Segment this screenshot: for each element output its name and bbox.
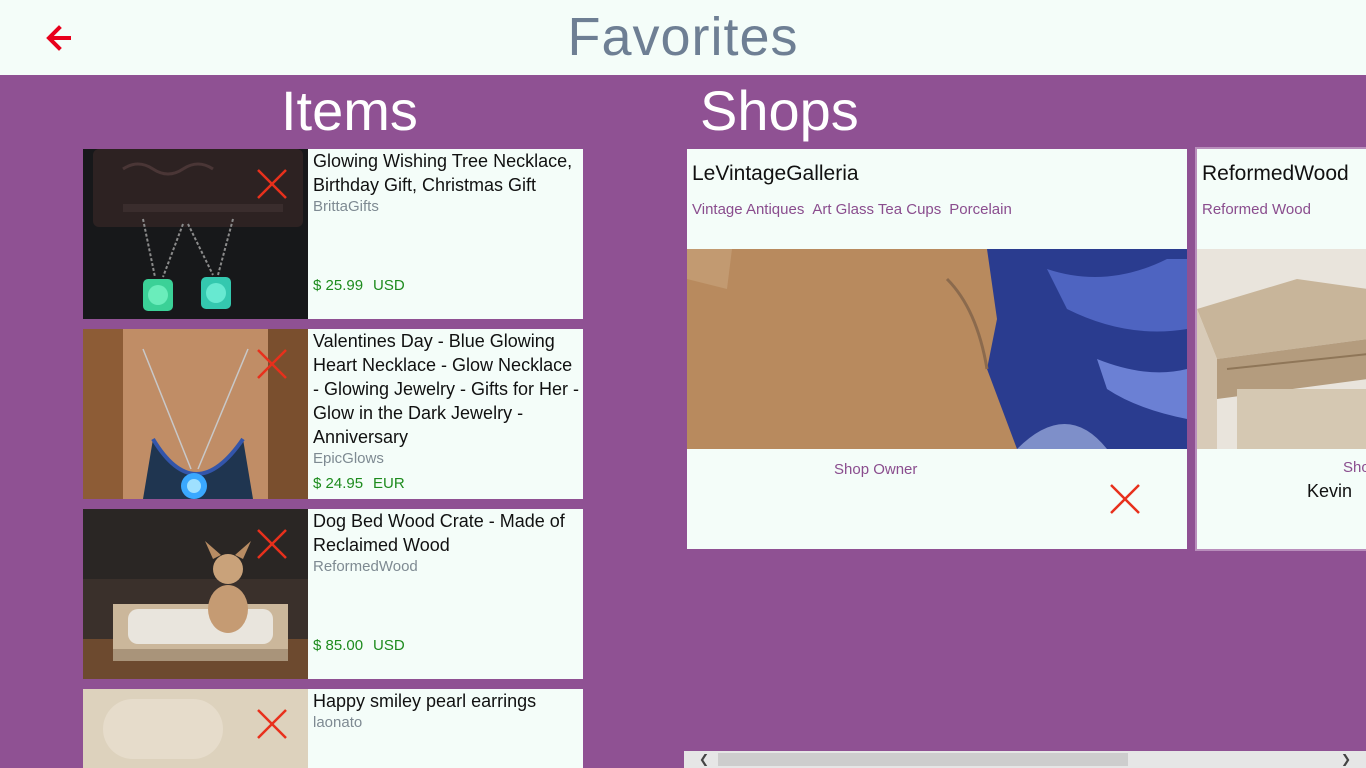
shop-owner-name: Kevin	[1307, 481, 1353, 501]
shop-tag[interactable]: Art Glass Tea Cups	[812, 201, 941, 218]
shop-banner-image	[1197, 249, 1366, 449]
shop-banner-image	[687, 249, 1187, 449]
horizontal-scrollbar[interactable]: ❮ ❯	[684, 751, 1366, 768]
page-title: Favorites	[567, 7, 799, 67]
shop-owner-label: Shop Owner	[834, 461, 918, 478]
favorite-item-card[interactable]: Dog Bed Wood Crate - Made of Reclaimed W…	[83, 509, 583, 679]
price-amount: $ 85.00	[313, 637, 364, 654]
scrollbar-thumb[interactable]	[718, 753, 1128, 766]
remove-shop-button[interactable]	[1108, 482, 1142, 516]
app-header: Favorites	[0, 0, 1366, 75]
item-title[interactable]: Valentines Day - Blue Glowing Heart Neck…	[313, 329, 581, 449]
shops-section-title: Shops	[700, 79, 859, 142]
close-icon	[257, 349, 287, 379]
remove-item-button[interactable]	[255, 527, 289, 561]
remove-item-button[interactable]	[255, 347, 289, 381]
item-info: Happy smiley pearl earrings laonato	[313, 689, 581, 733]
price-amount: $ 25.99	[313, 277, 364, 294]
item-shop-name[interactable]: EpicGlows	[313, 449, 581, 469]
item-shop-name[interactable]: BrittaGifts	[313, 197, 581, 217]
item-price: $ 24.95 EUR	[313, 475, 405, 492]
item-info: Valentines Day - Blue Glowing Heart Neck…	[313, 329, 581, 469]
shop-tag[interactable]: Porcelain	[949, 201, 1012, 218]
favorite-shop-card[interactable]: ReformedWood Reformed Wood Sho Kevin	[1195, 147, 1366, 551]
close-icon	[257, 169, 287, 199]
item-shop-name[interactable]: laonato	[313, 713, 581, 733]
shop-owner-label: Sho	[1343, 459, 1366, 476]
shop-tag[interactable]: Reformed Wood	[1202, 201, 1311, 218]
favorite-item-card[interactable]: Valentines Day - Blue Glowing Heart Neck…	[83, 329, 583, 499]
remove-item-button[interactable]	[255, 707, 289, 741]
shop-name[interactable]: ReformedWood	[1202, 162, 1349, 186]
item-info: Glowing Wishing Tree Necklace, Birthday …	[313, 149, 581, 217]
close-icon	[1110, 484, 1140, 514]
price-currency: USD	[373, 637, 405, 654]
item-title[interactable]: Glowing Wishing Tree Necklace, Birthday …	[313, 149, 581, 197]
shop-name[interactable]: LeVintageGalleria	[692, 162, 859, 186]
scroll-right-icon[interactable]: ❯	[1336, 751, 1356, 768]
item-price: $ 25.99 USD	[313, 277, 405, 294]
items-section-title: Items	[281, 79, 418, 142]
price-currency: EUR	[373, 475, 405, 492]
favorite-shop-card[interactable]: LeVintageGalleria Vintage Antiques Art Gl…	[687, 149, 1187, 549]
scroll-left-icon[interactable]: ❮	[694, 751, 714, 768]
shop-tag[interactable]: Vintage Antiques	[692, 201, 804, 218]
remove-item-button[interactable]	[255, 167, 289, 201]
item-shop-name[interactable]: ReformedWood	[313, 557, 581, 577]
item-price: $ 85.00 USD	[313, 637, 405, 654]
close-icon	[257, 529, 287, 559]
item-title[interactable]: Happy smiley pearl earrings	[313, 689, 581, 713]
item-info: Dog Bed Wood Crate - Made of Reclaimed W…	[313, 509, 581, 577]
favorite-item-card[interactable]: Happy smiley pearl earrings laonato	[83, 689, 583, 768]
close-icon	[257, 709, 287, 739]
shop-tags: Reformed Wood	[1202, 201, 1319, 218]
item-title[interactable]: Dog Bed Wood Crate - Made of Reclaimed W…	[313, 509, 581, 557]
price-currency: USD	[373, 277, 405, 294]
favorite-item-card[interactable]: Glowing Wishing Tree Necklace, Birthday …	[83, 149, 583, 319]
shop-tags: Vintage Antiques Art Glass Tea Cups Porcel…	[692, 201, 1020, 218]
price-amount: $ 24.95	[313, 475, 364, 492]
